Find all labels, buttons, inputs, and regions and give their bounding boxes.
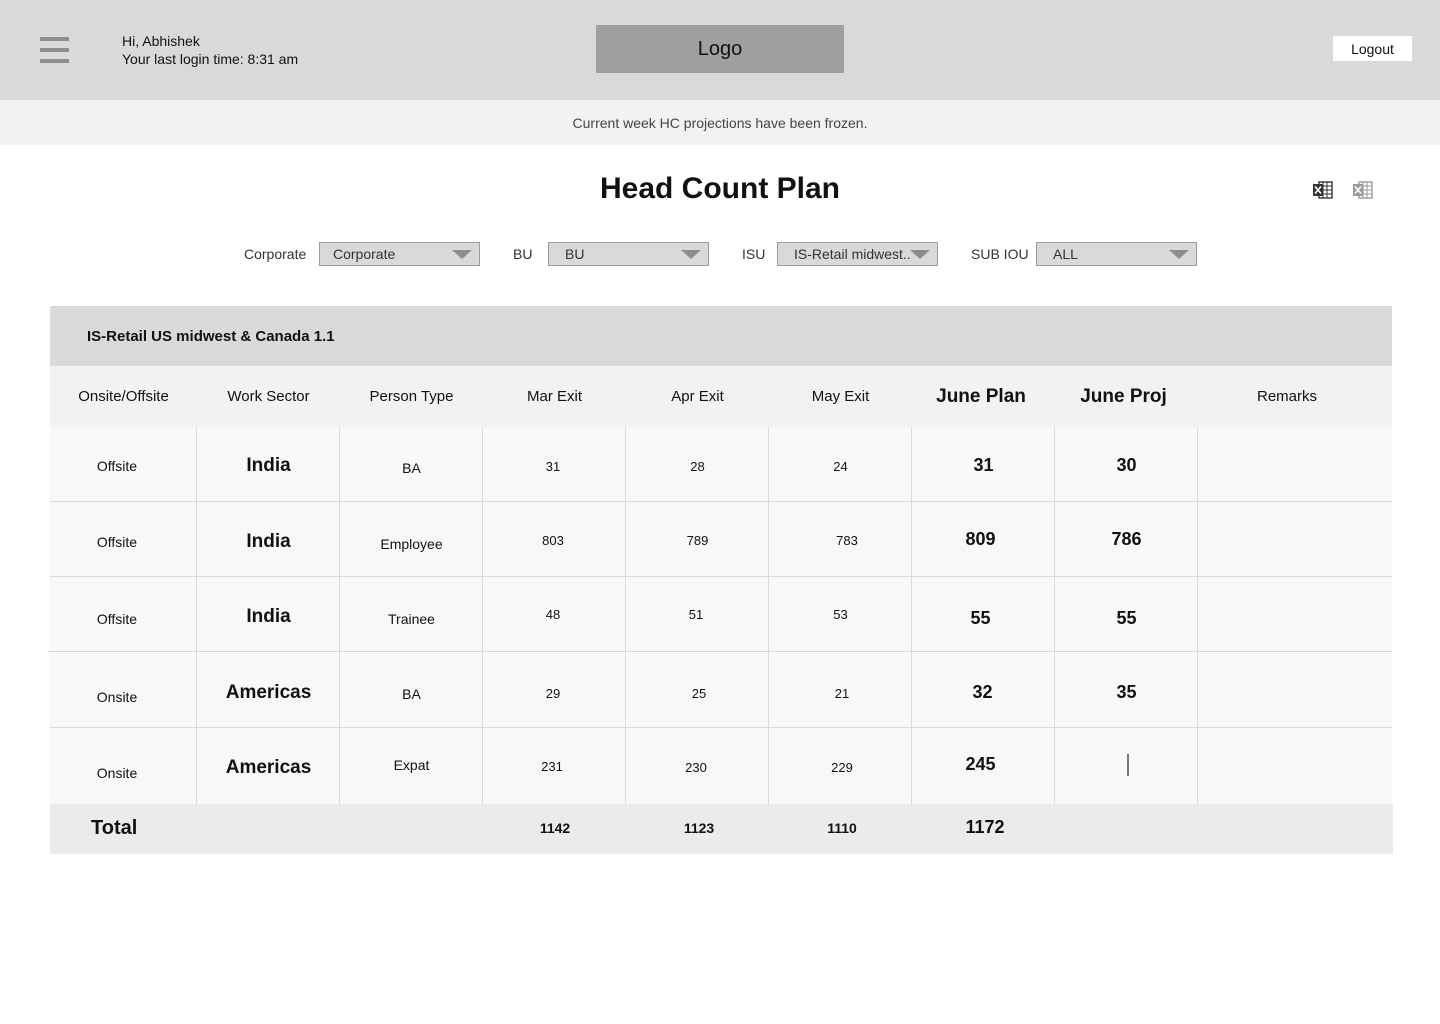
row-4-may-exit: 21	[834, 685, 850, 701]
row-4-june-plan-input[interactable]: 32	[911, 678, 1054, 706]
total-mar-exit: 1142	[539, 820, 571, 836]
isu-select[interactable]: IS-Retail midwest..	[777, 242, 938, 266]
column-header-may-exit: May Exit	[769, 366, 912, 427]
row-2-remarks-input[interactable]	[1198, 503, 1392, 575]
chevron-down-icon	[910, 250, 930, 259]
row-2-may-exit: 783	[836, 532, 858, 548]
row-1-sector: India	[246, 455, 291, 476]
row-2-location: Offsite	[96, 534, 138, 550]
row-3-may-exit: 53	[833, 606, 848, 622]
row-3-apr-exit: 51	[688, 606, 704, 622]
row-1-may-exit: 24	[833, 458, 848, 474]
row-4-remarks-input[interactable]	[1198, 653, 1392, 726]
row-1-remarks-input[interactable]	[1198, 430, 1392, 500]
bu-filter-label: BU	[513, 246, 533, 262]
row-2-june-proj-input[interactable]: 786	[1055, 525, 1198, 553]
row-divider	[50, 501, 1392, 502]
bu-select[interactable]: BU	[548, 242, 709, 266]
row-3-june-proj-input[interactable]: 55	[1055, 604, 1198, 632]
chevron-down-icon	[452, 250, 472, 259]
row-3-person-type: Trainee	[388, 611, 435, 627]
row-1-apr-exit: 28	[690, 458, 705, 474]
total-june-plan: 1172	[965, 817, 1005, 837]
row-5-apr-exit: 230	[685, 759, 707, 775]
column-header-person-type: Person Type	[340, 366, 483, 427]
row-1-june-proj-input[interactable]: 30	[1055, 451, 1198, 479]
hamburger-menu-icon[interactable]	[40, 36, 69, 64]
corporate-select[interactable]: Corporate	[319, 242, 480, 266]
group-title: IS-Retail US midwest & Canada 1.1	[87, 327, 335, 345]
total-label: Total	[91, 817, 138, 839]
user-greeting: Hi, Abhishek Your last login time: 8:31 …	[122, 32, 298, 68]
total-may-exit: 1110	[827, 820, 857, 836]
row-2-apr-exit: 789	[686, 532, 709, 548]
row-2-mar-exit: 803	[542, 532, 564, 548]
logo: Logo	[596, 25, 844, 73]
corporate-select-value: Corporate	[333, 246, 396, 262]
row-1-location: Offsite	[96, 458, 138, 474]
column-header-remarks: Remarks	[1198, 366, 1376, 427]
row-2-sector: India	[246, 531, 291, 552]
row-1-june-plan-input[interactable]: 31	[912, 451, 1055, 479]
bu-select-value: BU	[565, 246, 585, 262]
row-5-remarks-input[interactable]	[1198, 729, 1392, 803]
page-title: Head Count Plan	[599, 172, 840, 205]
row-4-person-type: BA	[402, 686, 421, 702]
row-2-june-plan-input[interactable]: 809	[909, 525, 1052, 553]
corporate-filter-label: Corporate	[244, 246, 307, 262]
freeze-notice: Current week HC projections have been fr…	[0, 100, 1440, 145]
total-apr-exit: 1123	[683, 820, 715, 836]
row-5-june-plan-input[interactable]: 245	[909, 750, 1052, 778]
excel-export-icon[interactable]	[1312, 180, 1333, 200]
chevron-down-icon	[681, 250, 701, 259]
text-cursor	[1127, 754, 1129, 776]
isu-filter-label: ISU	[742, 246, 766, 262]
row-5-sector: Americas	[225, 757, 312, 778]
row-5-may-exit: 229	[831, 759, 853, 775]
table-group-header: IS-Retail US midwest & Canada 1.1	[50, 306, 1392, 366]
greeting-text: Hi, Abhishek	[122, 33, 200, 49]
top-header: Hi, Abhishek Your last login time: 8:31 …	[0, 0, 1440, 100]
column-header-mar-exit: Mar Exit	[483, 366, 626, 427]
row-4-mar-exit: 29	[545, 685, 561, 701]
row-1-mar-exit: 31	[545, 458, 561, 474]
row-3-sector: India	[246, 606, 291, 627]
excel-export-disabled-icon[interactable]	[1352, 180, 1373, 200]
row-divider	[50, 576, 1392, 577]
column-header-june-proj: June Proj	[1052, 366, 1195, 427]
chevron-down-icon	[1169, 250, 1189, 259]
row-divider	[48, 651, 1392, 652]
row-4-sector: Americas	[225, 682, 312, 703]
row-5-mar-exit: 231	[541, 758, 563, 774]
row-5-person-type: Expat	[393, 757, 430, 773]
last-login-text: Your last login time: 8:31 am	[122, 51, 299, 67]
sub-iou-filter-label: SUB IOU	[971, 246, 1029, 262]
row-4-location: Onsite	[96, 689, 138, 705]
row-3-mar-exit: 48	[545, 606, 561, 622]
column-header-apr-exit: Apr Exit	[626, 366, 769, 427]
isu-select-value: IS-Retail midwest..	[794, 246, 911, 262]
column-header-work-sector: Work Sector	[197, 366, 340, 427]
logout-button[interactable]: Logout	[1333, 36, 1412, 61]
row-3-location: Offsite	[96, 611, 138, 627]
row-5-location: Onsite	[96, 765, 138, 781]
row-3-june-plan-input[interactable]: 55	[909, 604, 1052, 632]
row-1-person-type: BA	[402, 460, 421, 476]
row-3-remarks-input[interactable]	[1198, 578, 1392, 650]
sub-iou-select[interactable]: ALL	[1036, 242, 1197, 266]
column-header-onsite-offsite: Onsite/Offsite	[50, 366, 197, 427]
row-4-apr-exit: 25	[691, 685, 707, 701]
column-header-june-plan: June Plan	[912, 366, 1050, 427]
sub-iou-select-value: ALL	[1053, 246, 1078, 262]
row-divider	[50, 727, 1392, 728]
row-2-person-type: Employee	[380, 536, 443, 552]
row-4-june-proj-input[interactable]: 35	[1055, 678, 1198, 706]
